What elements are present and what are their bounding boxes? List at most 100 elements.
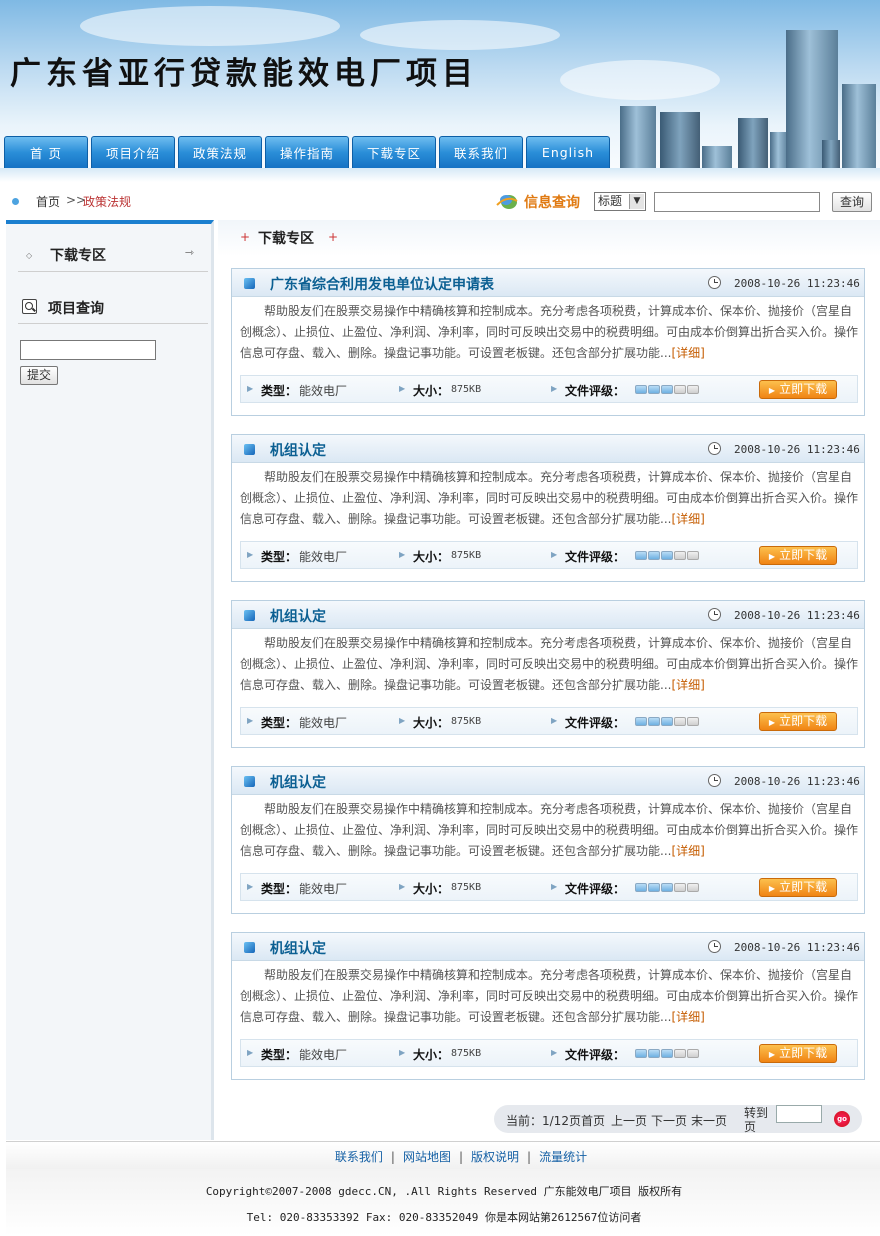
clock-icon <box>708 608 721 621</box>
nav-project-intro[interactable]: 项目介绍 <box>91 136 175 168</box>
triangle-right-icon: ▶ <box>247 550 254 559</box>
nav-policies[interactable]: 政策法规 <box>178 136 262 168</box>
breadcrumb-current[interactable]: 政策法规 <box>83 193 131 210</box>
type-label: 类型： <box>261 716 298 730</box>
rating-segment <box>687 551 699 560</box>
download-button[interactable]: ▶ 立即下载 <box>759 712 837 731</box>
download-button-label: 立即下载 <box>779 1046 828 1060</box>
size-label: 大小： <box>413 716 450 730</box>
nav-guide[interactable]: 操作指南 <box>265 136 349 168</box>
download-item-header: 机组认定 2008-10-26 11:23:46 <box>232 933 864 961</box>
details-link[interactable]: [详细] <box>671 512 704 526</box>
page-indicator: 当前：1/12页 <box>506 1114 581 1128</box>
description-text: 帮助股友们在股票交易操作中精确核算和控制成本。充分考虑各项税费，计算成本价、保本… <box>240 968 858 1024</box>
clock-icon <box>708 774 721 787</box>
triangle-right-icon: ▶ <box>247 716 254 725</box>
triangle-right-icon: ▶ <box>551 1048 558 1057</box>
footer-link-contact[interactable]: 联系我们 <box>335 1150 383 1164</box>
download-item-title[interactable]: 机组认定 <box>270 606 326 626</box>
search-field-select[interactable]: 标题 ▼ <box>594 192 646 211</box>
rating-segment <box>661 717 673 726</box>
details-link[interactable]: [详细] <box>671 1010 704 1024</box>
cube-icon <box>244 776 255 787</box>
rating-segment <box>635 551 647 560</box>
sidebar-item-downloads[interactable]: ◇ 下载专区 ⇾ <box>18 242 208 272</box>
site-title: 广东省亚行贷款能效电厂项目 <box>10 56 478 92</box>
download-item-meta: ▶ 类型： 能效电厂 ▶ 大小： 875KB ▶ 文件评级： ▶ 立即下载 <box>240 873 858 901</box>
download-item-header: 机组认定 2008-10-26 11:23:46 <box>232 435 864 463</box>
nav-english[interactable]: English <box>526 136 610 168</box>
description-text: 帮助股友们在股票交易操作中精确核算和控制成本。充分考虑各项税费，计算成本价、保本… <box>240 636 858 692</box>
download-button-label: 立即下载 <box>779 382 828 396</box>
rating-segment <box>674 551 686 560</box>
chevron-down-icon: ▼ <box>629 194 644 209</box>
type-value: 能效电厂 <box>299 384 348 398</box>
nav-home[interactable]: 首 页 <box>4 136 88 168</box>
file-rating <box>635 385 699 394</box>
download-item-title[interactable]: 机组认定 <box>270 440 326 460</box>
pagination: 当前：1/12页 首页 上一页 下一页 末一页 转到页 go <box>494 1105 862 1134</box>
download-button[interactable]: ▶ 立即下载 <box>759 546 837 565</box>
file-rating <box>635 1049 699 1058</box>
rating-segment <box>674 1049 686 1058</box>
rating-segment <box>635 1049 647 1058</box>
download-button[interactable]: ▶ 立即下载 <box>759 1044 837 1063</box>
footer-separator: | <box>458 1150 464 1164</box>
download-item-title[interactable]: 机组认定 <box>270 938 326 958</box>
rating-label: 文件评级： <box>565 882 626 896</box>
project-query-input[interactable] <box>20 340 156 360</box>
triangle-right-icon: ▶ <box>247 882 254 891</box>
type-label: 类型： <box>261 882 298 896</box>
download-button-label: 立即下载 <box>779 714 828 728</box>
search-button[interactable]: 查询 <box>832 192 872 212</box>
building-image <box>660 112 700 168</box>
download-button[interactable]: ▶ 立即下载 <box>759 878 837 897</box>
details-link[interactable]: [详细] <box>671 346 704 360</box>
rating-segment <box>648 717 660 726</box>
breadcrumb-home[interactable]: 首页 <box>36 193 60 210</box>
nav-downloads[interactable]: 下载专区 <box>352 136 436 168</box>
download-item-date: 2008-10-26 11:23:46 <box>734 775 860 788</box>
details-link[interactable]: [详细] <box>671 844 704 858</box>
size-value: 875KB <box>451 384 482 395</box>
arrow-icon: ▶ <box>768 884 776 893</box>
diamond-icon: ◇ <box>26 251 33 260</box>
footer-link-copyright[interactable]: 版权说明 <box>471 1150 519 1164</box>
download-item-title[interactable]: 机组认定 <box>270 772 326 792</box>
search-input[interactable] <box>654 192 820 212</box>
copyright-text: Copyright©2007-2008 gdecc.CN, .All Right… <box>205 1185 683 1198</box>
footer-link-stats[interactable]: 流量统计 <box>539 1150 587 1164</box>
section-title: 下载专区 <box>258 231 314 247</box>
details-link[interactable]: [详细] <box>671 678 704 692</box>
sidebar-query-label: 项目查询 <box>48 301 104 317</box>
triangle-right-icon: ▶ <box>247 384 254 393</box>
triangle-right-icon: ▶ <box>399 882 406 891</box>
triangle-right-icon: ▶ <box>551 716 558 725</box>
download-item-date: 2008-10-26 11:23:46 <box>734 443 860 456</box>
submit-button[interactable]: 提交 <box>20 366 58 385</box>
prev-page-link[interactable]: 上一页 <box>611 1112 647 1129</box>
building-image <box>620 106 656 168</box>
footer-separator: | <box>527 1150 532 1164</box>
arrow-right-icon: ⇾ <box>184 246 194 259</box>
go-button[interactable]: go <box>834 1111 850 1127</box>
last-page-link[interactable]: 末一页 <box>691 1112 727 1129</box>
size-label: 大小： <box>413 384 450 398</box>
footer-background <box>6 1169 880 1236</box>
rating-label: 文件评级： <box>565 1048 626 1062</box>
page-number-input[interactable] <box>776 1105 822 1123</box>
rating-segment <box>648 1049 660 1058</box>
nav-contact[interactable]: 联系我们 <box>439 136 523 168</box>
rating-segment <box>661 1049 673 1058</box>
next-page-link[interactable]: 下一页 <box>651 1112 687 1129</box>
header-divider <box>0 168 880 182</box>
download-button[interactable]: ▶ 立即下载 <box>759 380 837 399</box>
footer-link-sitemap[interactable]: 网站地图 <box>403 1150 451 1164</box>
download-item-title[interactable]: 广东省综合利用发电单位认定申请表 <box>270 274 494 294</box>
first-page-link[interactable]: 首页 <box>581 1112 605 1129</box>
type-label: 类型： <box>261 550 298 564</box>
size-value: 875KB <box>451 716 482 727</box>
rating-segment <box>687 883 699 892</box>
file-rating <box>635 717 699 726</box>
size-label: 大小： <box>413 1048 450 1062</box>
